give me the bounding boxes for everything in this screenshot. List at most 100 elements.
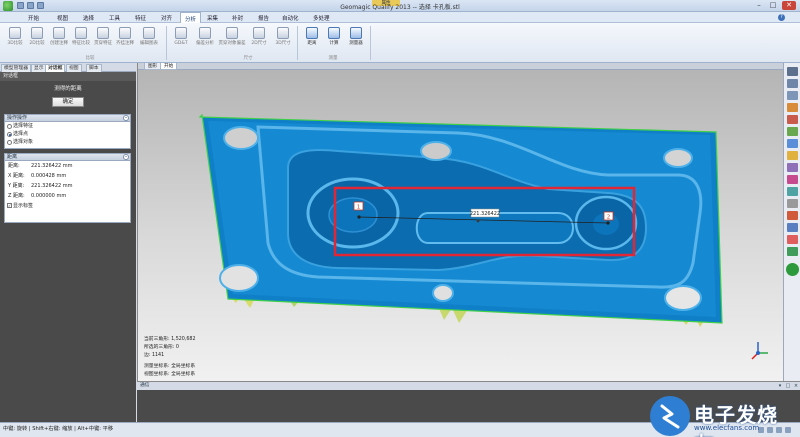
menu-item-features[interactable]: 特征: [135, 14, 146, 22]
radio-select-point[interactable]: [7, 132, 12, 137]
point2-marker[interactable]: [606, 221, 610, 225]
view-front-icon[interactable]: [787, 79, 798, 88]
ribbon-toolbar: 3D比较 2D比较 创建注释 特征比较 贯穿特征 齐挂注释 编辑图表 比较 GD…: [0, 23, 800, 63]
menu-item-multiprocess[interactable]: 多处理: [313, 14, 330, 22]
z-distance-row: Z 距离: 0.000000 mm: [8, 193, 67, 199]
tab-model-manager[interactable]: 模型管理器: [1, 64, 31, 72]
distance-section-header[interactable]: 距离 ⌃: [4, 153, 131, 161]
point1-marker[interactable]: [357, 215, 361, 219]
ribbon-group-compare: 比较: [85, 56, 95, 61]
ribbon-distance-button[interactable]: 距离: [301, 25, 323, 53]
ribbon-separator: [166, 26, 167, 60]
light-icon[interactable]: [787, 223, 798, 232]
window-title: Geomagic Qualify 2013 -- 选择 卡孔板.stl: [340, 4, 460, 11]
status-globe-icon[interactable]: [786, 263, 799, 276]
radio-select-feature[interactable]: [7, 124, 12, 129]
tab-view[interactable]: 视图: [66, 64, 82, 72]
collapse-icon[interactable]: ⌃: [123, 115, 129, 121]
scanned-part-model: 1 2 221.326422: [198, 113, 768, 360]
minimize-button[interactable]: –: [752, 1, 766, 10]
ribbon-3d-dimension-button[interactable]: 3D尺寸: [272, 25, 294, 53]
operation-section-body: 选择特征 选择点 选择对象: [4, 122, 131, 149]
watermark-url: www.elecfans.com: [694, 424, 760, 432]
close-button[interactable]: ✕: [782, 1, 796, 10]
menu-item-align[interactable]: 对齐: [161, 14, 172, 22]
ribbon-2d-compare-button[interactable]: 2D比较: [26, 25, 48, 53]
view-bottom-icon[interactable]: [787, 139, 798, 148]
help-icon[interactable]: ?: [778, 14, 785, 21]
view-right-icon[interactable]: [787, 115, 798, 124]
menu-item-select[interactable]: 选择: [83, 14, 94, 22]
option-select-point[interactable]: 选择点: [5, 130, 130, 138]
distance-section-title: 距离: [7, 154, 18, 160]
menu-item-repair[interactable]: 补封: [232, 14, 243, 22]
panel-pin-icon[interactable]: ▾: [777, 383, 783, 389]
option-select-object[interactable]: 选择对象: [5, 138, 130, 146]
view-cube-icon[interactable]: [787, 67, 798, 76]
menu-item-automation[interactable]: 自动化: [282, 14, 299, 22]
show-label-checkbox-row[interactable]: ✓ 显示标签: [5, 201, 130, 211]
view-back-icon[interactable]: [787, 91, 798, 100]
mouse-hint-text: 中键: 旋转 | Shift+右键: 缩放 | Alt+中键: 平移: [3, 426, 114, 432]
ribbon-gdt-button[interactable]: GD&T: [170, 25, 192, 53]
operation-section-header[interactable]: 操作操作 ⌃: [4, 114, 131, 122]
hole-bottom-left: [219, 264, 259, 292]
section-icon[interactable]: [787, 211, 798, 220]
ribbon-create-annotation-button[interactable]: 创建注释: [48, 25, 70, 53]
title-bar: 属性 Geomagic Qualify 2013 -- 选择 卡孔板.stl –…: [0, 0, 800, 12]
show-label-checkbox[interactable]: ✓: [7, 203, 12, 208]
ok-button[interactable]: 确定: [52, 97, 84, 107]
rotate-icon[interactable]: [787, 199, 798, 208]
panel-close-icon[interactable]: ×: [793, 383, 799, 389]
menu-item-capture[interactable]: 采集: [207, 14, 218, 22]
y-distance-row: Y 距离: 221.326422 mm: [8, 183, 73, 189]
ribbon-align-annotation-button[interactable]: 齐挂注释: [114, 25, 136, 53]
render-icon[interactable]: [787, 235, 798, 244]
tab-dialog[interactable]: 对话框: [45, 64, 66, 72]
measure-coord-system-text: 测量坐标系: 全局坐标系: [144, 364, 196, 369]
ribbon-2d-dimension-button[interactable]: 2D尺寸: [248, 25, 270, 53]
deviation-icon: [199, 27, 211, 39]
hole-bottom-right: [664, 285, 702, 311]
color-icon[interactable]: [787, 247, 798, 256]
view-top-icon[interactable]: [787, 127, 798, 136]
radio-select-object[interactable]: [7, 140, 12, 145]
zoom-icon[interactable]: [787, 175, 798, 184]
ribbon-measurer-button[interactable]: 测量器: [345, 25, 367, 53]
distance-row: 距离: 221.326422 mm: [8, 163, 73, 169]
tab-script[interactable]: 脚本: [86, 64, 102, 72]
ribbon-deviation-button[interactable]: 偏差分析: [194, 25, 216, 53]
view-left-icon[interactable]: [787, 103, 798, 112]
collapse-icon[interactable]: ⌃: [123, 154, 129, 160]
ribbon-separator: [370, 26, 371, 60]
crosshair-icon: [350, 27, 362, 39]
panel-float-icon[interactable]: □: [785, 383, 791, 389]
menu-item-analysis[interactable]: 分析: [180, 12, 202, 23]
connecting-slot: [415, 212, 574, 244]
menu-bar: 开始 视图 选择 工具 特征 对齐 分析 采集 补封 报告 自动化 多处理 ?: [0, 12, 800, 23]
dialog-panel: 对话框 测得的距离 确定 操作操作 ⌃ 选择特征 选择点 选择对象 距离 ⌃ 距…: [0, 72, 136, 422]
ribbon-edit-chart-button[interactable]: 编辑图表: [138, 25, 160, 53]
ribbon-object-deviation-button[interactable]: 贯穿对象偏差: [218, 25, 246, 53]
midpoint-marker: [476, 219, 480, 223]
3d-viewport[interactable]: 图形 开始 1 2 221.326422 当前三角形: 1,520,682 所选…: [137, 63, 783, 381]
dialog-subtitle: 测得的距离: [54, 86, 82, 92]
pan-icon[interactable]: [787, 187, 798, 196]
selected-triangles-text: 所选的三角形: 0: [144, 345, 179, 350]
edit-chart-icon: [143, 27, 155, 39]
maximize-button[interactable]: □: [766, 1, 780, 10]
compare-3d-icon: [9, 27, 21, 39]
ribbon-feature-compare-button[interactable]: 特征比较: [70, 25, 92, 53]
view-iso-icon[interactable]: [787, 151, 798, 160]
ribbon-calculate-button[interactable]: 计算: [323, 25, 345, 53]
menu-item-start[interactable]: 开始: [28, 14, 39, 22]
menu-item-report[interactable]: 报告: [258, 14, 269, 22]
option-select-feature[interactable]: 选择特征: [5, 122, 130, 130]
hole-bottom-center: [432, 284, 454, 302]
ribbon-through-feature-button[interactable]: 贯穿特征: [92, 25, 114, 53]
fit-view-icon[interactable]: [787, 163, 798, 172]
menu-item-tools[interactable]: 工具: [109, 14, 120, 22]
menu-item-view[interactable]: 视图: [57, 14, 68, 22]
right-view-toolbar: [783, 63, 800, 381]
ribbon-3d-compare-button[interactable]: 3D比较: [4, 25, 26, 53]
